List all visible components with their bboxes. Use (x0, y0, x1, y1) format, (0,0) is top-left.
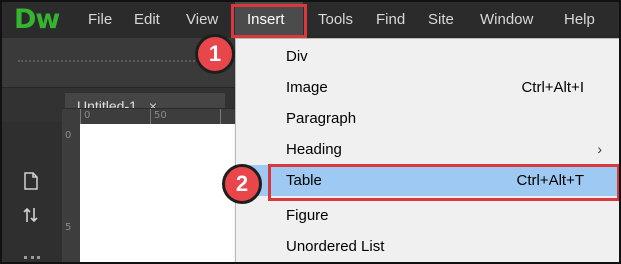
menu-site[interactable]: Site (422, 2, 460, 38)
dreamweaver-logo: Dw (14, 4, 60, 35)
menu-item-label: Paragraph (286, 110, 357, 127)
menu-find[interactable]: Find (370, 2, 411, 38)
menu-item-label: Div (286, 48, 308, 65)
menu-help[interactable]: Help (558, 2, 601, 38)
menu-item-shortcut: Ctrl+Alt+I (521, 79, 584, 96)
menu-file[interactable]: File (82, 2, 118, 38)
menu-view[interactable]: View (180, 2, 224, 38)
menu-item-unordered-list[interactable]: Unordered List (236, 231, 619, 262)
menu-item-paragraph[interactable]: Paragraph (236, 103, 619, 134)
ruler-tick (150, 109, 151, 124)
insert-dropdown-menu: Div Image Ctrl+Alt+I Paragraph Heading ›… (235, 38, 619, 262)
menu-item-label: Image (286, 79, 328, 96)
step-2-badge: 2 (222, 164, 262, 204)
menu-item-label: Figure (286, 207, 329, 224)
menu-item-label: Unordered List (286, 238, 385, 255)
menu-window[interactable]: Window (474, 2, 539, 38)
toolbar-grip[interactable] (18, 60, 218, 65)
chevron-right-icon: › (597, 141, 602, 157)
ruler-label: 5 (65, 222, 72, 233)
file-icon[interactable] (20, 172, 42, 194)
menu-item-label: Heading (286, 141, 342, 158)
menu-item-div[interactable]: Div (236, 41, 619, 72)
menu-item-image[interactable]: Image Ctrl+Alt+I (236, 72, 619, 103)
menu-item-figure[interactable]: Figure (236, 200, 619, 231)
left-panel (2, 122, 62, 262)
app-window: Dw File Edit View Insert Tools Find Site… (0, 0, 621, 264)
menu-bar: Dw File Edit View Insert Tools Find Site… (2, 2, 619, 38)
insert-highlight-box (231, 4, 307, 38)
menu-item-heading[interactable]: Heading › (236, 134, 619, 165)
table-highlight-box (268, 164, 619, 201)
menu-tools[interactable]: Tools (312, 2, 359, 38)
step-1-badge: 1 (195, 34, 235, 74)
ruler-label: 0 (84, 110, 91, 121)
ruler-tick (220, 109, 221, 124)
panel-grip[interactable] (24, 256, 40, 262)
ruler-tick (80, 109, 81, 124)
vertical-ruler: 0 5 (62, 124, 80, 262)
ruler-label: 50 (154, 110, 167, 121)
upload-download-icon[interactable] (20, 206, 42, 228)
ruler-label: 0 (65, 130, 72, 141)
menu-edit[interactable]: Edit (128, 2, 166, 38)
